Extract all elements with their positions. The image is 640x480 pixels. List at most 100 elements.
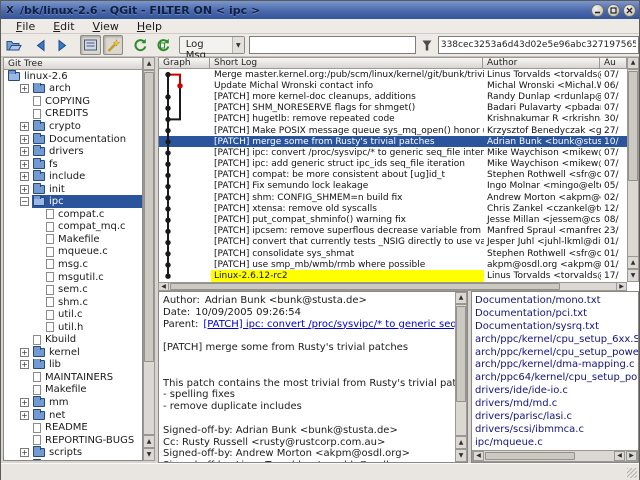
tree-item-credits[interactable]: CREDITS [4,108,142,121]
tree-item-kernel[interactable]: +kernel [4,346,142,359]
tree-item-compat-c[interactable]: compat.c [4,208,142,221]
commit-scroll-up-button[interactable]: ▲ [627,57,639,69]
resize-grip[interactable] [627,468,637,478]
files-scroll-left-button[interactable]: ◀ [473,451,484,461]
details-scroll-down-button[interactable]: ▼ [455,449,467,462]
column-header-au[interactable]: Au [600,57,627,69]
title-bar[interactable]: X /bk/linux-2.6 - QGit - FILTER ON < ipc… [1,1,639,19]
column-header-author[interactable]: Author [483,57,600,69]
expand-plus-icon[interactable]: + [20,84,29,93]
view-patch-toggle-button[interactable] [80,35,100,55]
commit-message[interactable]: Author:Adrian Bunk <bunk@stusta.de>Date:… [159,292,455,462]
commit-row[interactable]: Update Michal Wronski contact infoMichal… [159,80,627,91]
expand-plus-icon[interactable]: + [20,172,29,181]
tree-item-mm[interactable]: +mm [4,396,142,409]
menu-view[interactable]: View [84,19,128,33]
tree-item-readme[interactable]: README [4,421,142,434]
tree-item-ipc[interactable]: −ipc [4,195,142,208]
back-button[interactable] [30,35,50,55]
details-scroll-up-button-2[interactable]: ▲ [455,436,467,449]
expand-plus-icon[interactable]: + [20,122,29,131]
tree-item-arch[interactable]: +arch [4,83,142,96]
file-item[interactable]: drivers/md/md.c [475,398,638,411]
file-item[interactable]: Documentation/pci.txt [475,308,638,321]
tree-item-lib[interactable]: +lib [4,359,142,372]
commit-row[interactable]: [PATCH] merge some from Rusty's trivial … [159,136,627,147]
column-header-graph[interactable]: Graph [158,57,210,69]
files-scroll-right-button[interactable]: ▶ [626,451,637,461]
tree-item-msg-c[interactable]: msg.c [4,258,142,271]
commit-row[interactable]: [PATCH] SHM_NORESERVE flags for shmget()… [159,103,627,114]
commit-row[interactable]: [PATCH] ipcsem: remove superflous decrea… [159,226,627,237]
menu-help[interactable]: Help [128,19,171,33]
details-scrollbar-thumb[interactable] [456,306,466,402]
file-item[interactable]: drivers/ide/ide-io.c [475,385,638,398]
expand-plus-icon[interactable]: + [20,147,29,156]
menu-file[interactable]: File [7,19,44,33]
expand-plus-icon[interactable]: + [20,360,29,369]
file-item[interactable]: Documentation/sysrq.txt [475,321,638,334]
expand-plus-icon[interactable]: + [20,160,29,169]
tree-item-reporting-bugs[interactable]: REPORTING-BUGS [4,434,142,447]
tree-scroll-up-button-2[interactable]: ▲ [143,435,155,448]
search-input[interactable] [249,36,416,54]
commit-scroll-left-button[interactable]: ◀ [158,282,169,291]
close-button[interactable] [623,4,636,17]
file-item[interactable]: arch/ppc/kernel/cpu_setup_power4.S [475,347,638,360]
sha-input[interactable] [438,36,639,54]
tree-scrollbar-thumb[interactable] [144,72,154,362]
expand-plus-icon[interactable]: + [20,348,29,357]
open-repository-button[interactable] [3,35,23,55]
commit-row[interactable]: [PATCH] ipc: add generic struct ipc_ids … [159,159,627,170]
tree-item-util-c[interactable]: util.c [4,308,142,321]
tree-item-sem-c[interactable]: sem.c [4,283,142,296]
tree-item-security[interactable]: +security [4,459,142,461]
commit-row[interactable]: Linux-2.6.12-rc2Linus Torvalds <torvalds… [159,270,627,281]
commit-row[interactable]: [PATCH] shm: CONFIG_SHMEM=n build fixAnd… [159,192,627,203]
commit-row[interactable]: [PATCH] hugetlb: remove repeated codeKri… [159,114,627,125]
commit-row[interactable]: [PATCH] convert that currently tests _NS… [159,237,627,248]
commit-row[interactable]: Merge master.kernel.org:/pub/scm/linux/k… [159,69,627,80]
expand-plus-icon[interactable]: + [20,135,29,144]
file-item[interactable]: ipc/mqueue.c [475,437,638,450]
tree-item-kbuild[interactable]: Kbuild [4,333,142,346]
tree-item-shm-c[interactable]: shm.c [4,296,142,309]
commit-scroll-down-button[interactable]: ▼ [627,269,639,282]
chevron-down-icon[interactable]: ▼ [232,37,245,53]
details-scroll-up-button[interactable]: ▲ [455,292,467,304]
commit-row[interactable]: [PATCH] Make POSIX message queue sys_mq_… [159,125,627,136]
tree-scroll-up-button[interactable]: ▲ [143,57,155,70]
menu-edit[interactable]: Edit [44,19,83,33]
tree-item-include[interactable]: +include [4,170,142,183]
expand-plus-icon[interactable]: + [20,398,29,407]
commit-hscrollbar-thumb[interactable] [170,283,560,290]
file-item[interactable]: arch/ppc/kernel/dma-mapping.c [475,359,638,372]
tree-item-scripts[interactable]: +scripts [4,446,142,459]
file-item[interactable]: arch/ppc/kernel/cpu_setup_6xx.S [475,334,638,347]
commit-row[interactable]: [PATCH] more kernel-doc cleanups, additi… [159,91,627,102]
tree-item-mqueue-c[interactable]: mqueue.c [4,246,142,259]
highlight-filter-button[interactable] [103,35,123,55]
commit-row[interactable]: [PATCH] compat: be more consistent about… [159,170,627,181]
commit-scroll-up-button-2[interactable]: ▲ [627,256,639,269]
files-scroll-left-button-2[interactable]: ◀ [614,451,625,461]
git-tree-header[interactable]: Git Tree [3,57,143,70]
expand-plus-icon[interactable]: + [20,185,29,194]
commit-row[interactable]: [PATCH] put_compat_shminfo() warning fix… [159,214,627,225]
reload-repository-button[interactable] [130,35,150,55]
maximize-button[interactable] [607,4,620,17]
tree-item-maintainers[interactable]: MAINTAINERS [4,371,142,384]
tree-item-msgutil-c[interactable]: msgutil.c [4,271,142,284]
tree-item-fs[interactable]: +fs [4,158,142,171]
tree-item-net[interactable]: +net [4,409,142,422]
tree-item-drivers[interactable]: +drivers [4,145,142,158]
tree-item-copying[interactable]: COPYING [4,95,142,108]
tree-item-documentation[interactable]: +Documentation [4,133,142,146]
tree-item-makefile[interactable]: Makefile [4,233,142,246]
tree-item-compat-mq-c[interactable]: compat_mq.c [4,221,142,234]
file-item[interactable]: Documentation/mono.txt [475,295,638,308]
commit-row[interactable]: [PATCH] Fix semundo lock leakageIngo Mol… [159,181,627,192]
tree-item-linux-2-6[interactable]: linux-2.6 [4,70,142,83]
expand-plus-icon[interactable]: + [20,411,29,420]
forward-button[interactable] [53,35,73,55]
